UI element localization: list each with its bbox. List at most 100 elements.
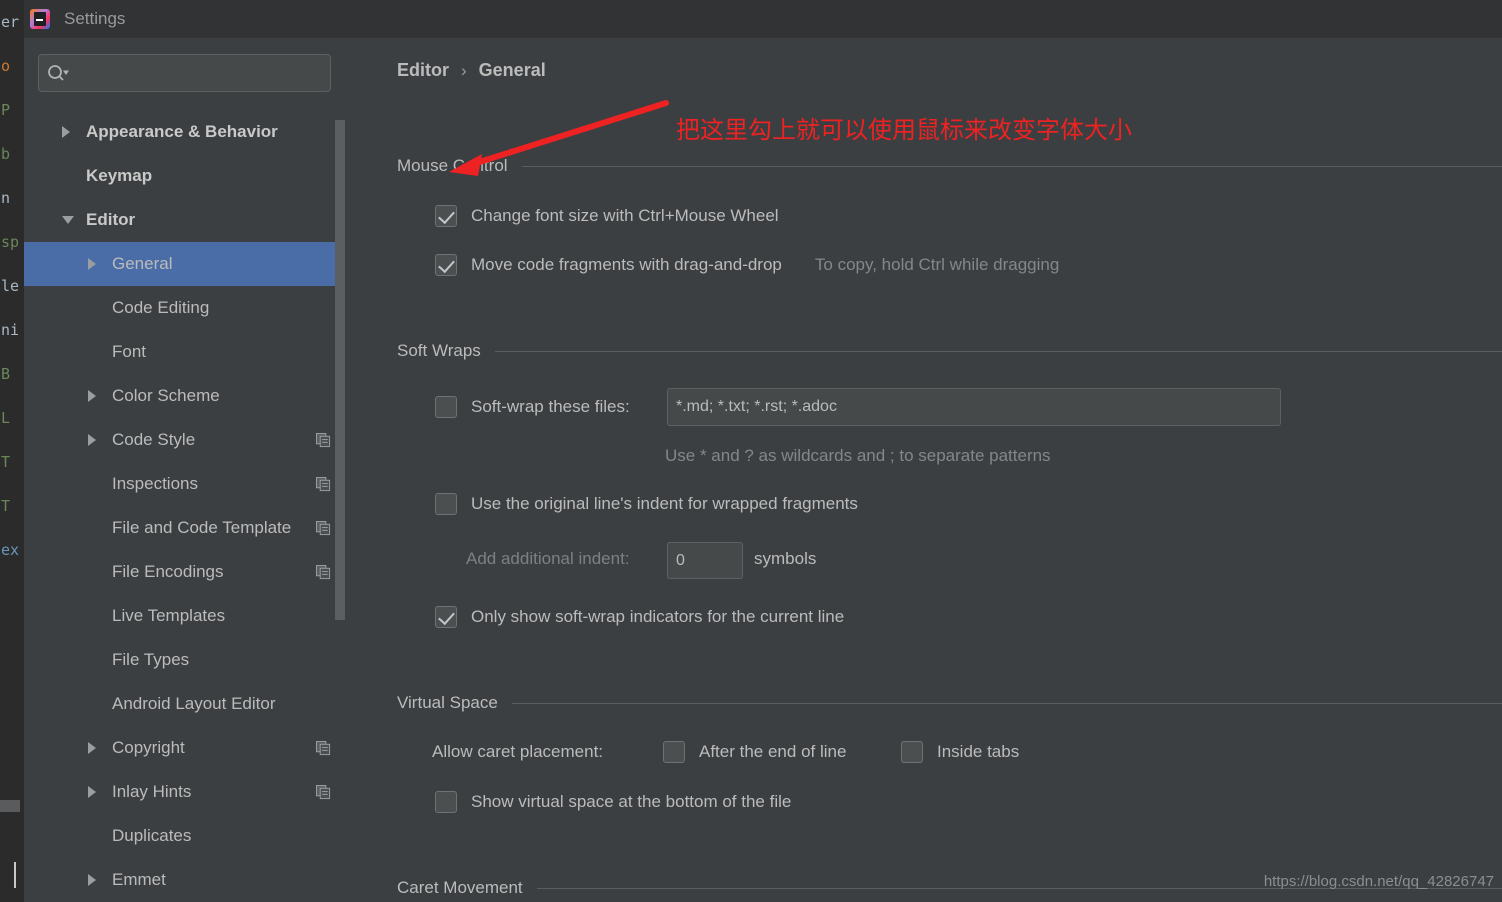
section-mouse-control-header: Mouse Control <box>397 156 1502 176</box>
chevron-right-icon[interactable] <box>62 126 70 138</box>
soft-wrap-files-checkbox[interactable] <box>435 396 457 418</box>
sidebar-item-general[interactable]: General <box>24 242 345 286</box>
chevron-right-icon[interactable] <box>88 258 96 270</box>
sidebar-item-copyright[interactable]: Copyright <box>24 726 345 770</box>
code-fragment: L <box>1 409 11 427</box>
intellij-idea-icon <box>30 9 50 29</box>
only-show-indicators-label[interactable]: Only show soft-wrap indicators for the c… <box>471 607 844 627</box>
chevron-down-icon[interactable] <box>62 216 74 224</box>
sidebar-item-label: General <box>112 254 173 273</box>
sidebar-item-label: Emmet <box>112 870 166 889</box>
show-virtual-space-checkbox[interactable] <box>435 791 457 813</box>
sidebar-item-code-editing[interactable]: Code Editing <box>24 286 345 330</box>
sidebar-item-label: Editor <box>86 210 136 229</box>
inside-tabs-label[interactable]: Inside tabs <box>937 742 1019 762</box>
inside-tabs-row[interactable]: Inside tabs <box>901 741 1019 763</box>
screen-root: er o Pb n sp le ni B L T Tex Settings Ap… <box>0 0 1502 902</box>
chevron-right-icon[interactable] <box>88 874 96 886</box>
copy-settings-icon[interactable] <box>316 784 331 800</box>
sidebar-item-label: Android Layout Editor <box>112 694 276 713</box>
sidebar-item-android-layout-editor[interactable]: Android Layout Editor <box>24 682 345 726</box>
additional-indent-input[interactable]: 0 <box>667 542 743 579</box>
sidebar-item-label: Live Templates <box>112 606 226 625</box>
original-indent-checkbox[interactable] <box>435 493 457 515</box>
search-box[interactable] <box>38 54 331 92</box>
soft-wrap-files-value: *.md; *.txt; *.rst; *.adoc <box>676 398 837 415</box>
move-code-fragments-hint: To copy, hold Ctrl while dragging <box>814 255 1060 274</box>
sidebar-item-label: File Types <box>112 650 190 669</box>
sidebar-item-duplicates[interactable]: Duplicates <box>24 814 345 858</box>
original-indent-label[interactable]: Use the original line's indent for wrapp… <box>471 494 858 514</box>
sidebar-item-label: Appearance & Behavior <box>86 122 278 141</box>
sidebar-item-inspections[interactable]: Inspections <box>24 462 345 506</box>
show-virtual-space-row[interactable]: Show virtual space at the bottom of the … <box>435 791 791 813</box>
sidebar-item-code-style[interactable]: Code Style <box>24 418 345 462</box>
background-horizontal-scrollbar[interactable] <box>0 800 20 812</box>
copy-settings-icon[interactable] <box>316 476 331 492</box>
section-title-label: Mouse Control <box>397 156 508 175</box>
sidebar-item-file-types[interactable]: File Types <box>24 638 345 682</box>
soft-wrap-files-input[interactable]: *.md; *.txt; *.rst; *.adoc <box>667 388 1281 426</box>
copy-settings-icon[interactable] <box>316 432 331 448</box>
section-soft-wraps-header: Soft Wraps <box>397 341 1502 361</box>
sidebar-item-file-encodings[interactable]: File Encodings <box>24 550 345 594</box>
chevron-right-icon[interactable] <box>88 390 96 402</box>
breadcrumb-parent[interactable]: Editor <box>397 60 449 81</box>
inside-tabs-checkbox[interactable] <box>901 741 923 763</box>
sidebar-item-color-scheme[interactable]: Color Scheme <box>24 374 345 418</box>
change-font-size-row[interactable]: Change font size with Ctrl+Mouse Wheel <box>435 205 779 227</box>
chevron-right-icon[interactable] <box>88 786 96 798</box>
move-code-fragments-label[interactable]: Move code fragments with drag-and-drop <box>471 255 782 275</box>
show-virtual-space-label[interactable]: Show virtual space at the bottom of the … <box>471 792 791 812</box>
change-font-size-checkbox[interactable] <box>435 205 457 227</box>
chevron-right-icon[interactable] <box>88 434 96 446</box>
caret-placement-label: Allow caret placement: <box>432 742 604 761</box>
move-code-fragments-checkbox[interactable] <box>435 254 457 276</box>
annotation-text: 把这里勾上就可以使用鼠标来改变字体大小 <box>676 116 1132 144</box>
copy-settings-icon[interactable] <box>316 740 331 756</box>
sidebar-item-keymap[interactable]: Keymap <box>24 154 345 198</box>
section-divider <box>511 702 1502 704</box>
sidebar-scrollbar-thumb[interactable] <box>335 120 345 620</box>
code-fragment: ni <box>1 321 20 339</box>
sidebar-item-file-and-code-template[interactable]: File and Code Template <box>24 506 345 550</box>
dialog-title: Settings <box>64 9 126 28</box>
copy-settings-icon[interactable] <box>316 564 331 580</box>
settings-content-pane: Editor › General Mouse Control Change fo… <box>369 38 1502 902</box>
sidebar-item-label: Code Editing <box>112 298 210 317</box>
copy-settings-icon[interactable] <box>316 520 331 536</box>
sidebar-item-label: Color Scheme <box>112 386 220 405</box>
soft-wrap-files-label[interactable]: Soft-wrap these files: <box>471 397 630 417</box>
original-indent-row[interactable]: Use the original line's indent for wrapp… <box>435 493 858 515</box>
wildcard-hint: Use * and ? as wildcards and ; to separa… <box>665 446 1051 465</box>
section-title-label: Caret Movement <box>397 878 523 897</box>
move-code-fragments-row[interactable]: Move code fragments with drag-and-drop T… <box>435 254 1059 276</box>
after-end-of-line-row[interactable]: After the end of line <box>663 741 846 763</box>
code-fragment: n <box>1 189 11 207</box>
code-fragment: er <box>1 13 20 31</box>
code-fragment: b <box>1 145 11 163</box>
after-end-of-line-checkbox[interactable] <box>663 741 685 763</box>
sidebar-item-emmet[interactable]: Emmet <box>24 858 345 902</box>
background-code-editor: er o Pb n sp le ni B L T Tex <box>0 0 24 902</box>
only-show-indicators-row[interactable]: Only show soft-wrap indicators for the c… <box>435 606 844 628</box>
sidebar-item-font[interactable]: Font <box>24 330 345 374</box>
code-fragment: ex <box>1 541 20 559</box>
sidebar-item-editor[interactable]: Editor <box>24 198 345 242</box>
sidebar-item-live-templates[interactable]: Live Templates <box>24 594 345 638</box>
section-divider <box>521 165 1502 167</box>
only-show-indicators-checkbox[interactable] <box>435 606 457 628</box>
search-icon <box>47 64 71 82</box>
search-input[interactable] <box>77 64 322 82</box>
section-divider <box>494 350 1502 352</box>
change-font-size-label[interactable]: Change font size with Ctrl+Mouse Wheel <box>471 206 779 226</box>
sidebar-scrollbar-track[interactable] <box>335 38 345 902</box>
sidebar-item-appearance-behavior[interactable]: Appearance & Behavior <box>24 110 345 154</box>
code-fragment: sp <box>1 233 20 251</box>
chevron-right-icon[interactable] <box>88 742 96 754</box>
code-fragment: B <box>1 365 11 383</box>
sidebar-item-label: File and Code Template <box>112 518 292 537</box>
sidebar-item-inlay-hints[interactable]: Inlay Hints <box>24 770 345 814</box>
soft-wrap-files-row[interactable]: Soft-wrap these files: <box>435 396 630 418</box>
after-end-of-line-label[interactable]: After the end of line <box>699 742 846 762</box>
